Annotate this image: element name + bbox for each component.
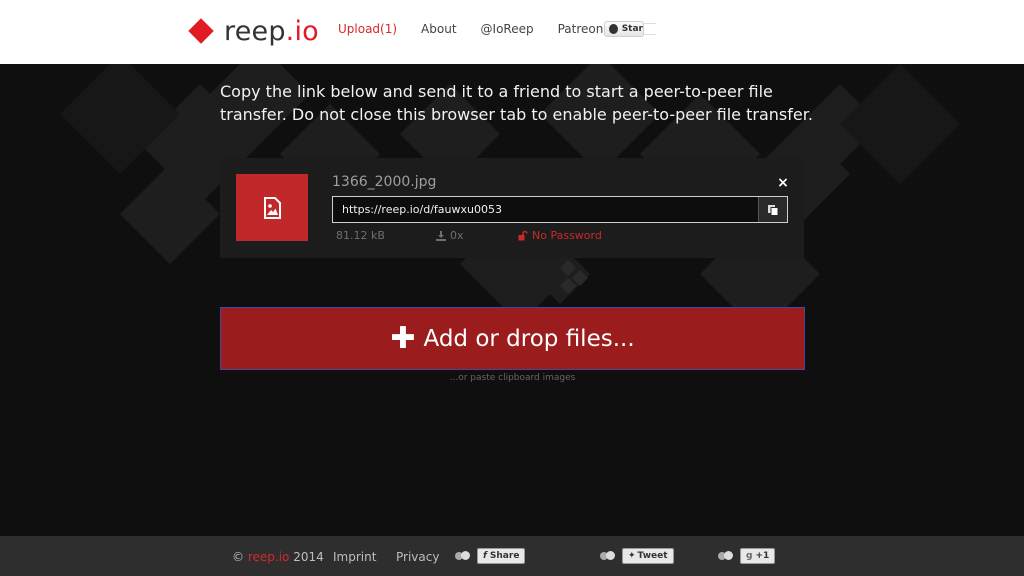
privacy-toggle-icon[interactable] [455,551,471,561]
unlock-icon [518,230,528,240]
nav-about[interactable]: About [421,22,456,36]
twitter-share: ✦ Tweet [600,548,674,564]
privacy-toggle-icon[interactable] [600,551,616,561]
github-star-button[interactable]: Star [604,21,644,37]
github-star-count [644,23,656,35]
nav-twitter[interactable]: @IoReep [481,22,534,36]
nav-patreon[interactable]: Patreon [558,22,604,36]
gplus-icon: g [746,551,753,561]
twitter-tweet-button[interactable]: ✦ Tweet [622,548,674,564]
share-link-input[interactable] [333,197,757,222]
download-count: 0x [436,229,464,242]
footer-brand-link[interactable]: reep.io [248,550,290,564]
download-icon [436,230,446,241]
privacy-toggle-icon[interactable] [718,551,734,561]
logo-text: reep.io [224,15,319,47]
copy-link-button[interactable] [758,197,787,222]
background-pattern [0,64,1024,536]
file-card: 1366_2000.jpg × 81.12 kB 0x No Password [220,158,804,258]
password-status[interactable]: No Password [518,229,602,242]
add-files-button[interactable]: ✚ Add or drop files... [220,307,805,370]
facebook-share-button[interactable]: f Share [477,548,526,564]
footer-copyright: © reep.io 2014 [232,550,324,564]
copy-icon [768,204,779,216]
file-name: 1366_2000.jpg [332,174,437,190]
diamond-logo-icon [188,18,214,44]
file-thumbnail [236,174,308,241]
nav-upload[interactable]: Upload(1) [338,22,397,36]
main-nav: Upload(1) About @IoReep Patreon [338,22,627,36]
logo[interactable]: reep.io [188,13,319,49]
footer: © reep.io 2014 Imprint Privacy f Share ✦ T… [0,536,1024,576]
github-icon [609,24,618,34]
intro-text: Copy the link below and send it to a fri… [220,82,813,124]
plus-icon: ✚ [390,320,416,356]
footer-privacy-link[interactable]: Privacy [396,550,439,564]
paste-hint: ...or paste clipboard images [449,373,576,383]
share-link-box [332,196,788,223]
facebook-icon: f [483,551,487,561]
top-header: reep.io Upload(1) About @IoReep Patreon … [0,0,1024,64]
footer-imprint-link[interactable]: Imprint [333,550,376,564]
gplus-share: g +1 [718,548,776,564]
twitter-bird-icon: ✦ [628,551,636,561]
remove-file-button[interactable]: × [776,176,790,190]
gplus-button[interactable]: g +1 [740,548,776,564]
file-size: 81.12 kB [336,229,385,242]
facebook-share: f Share [455,548,526,564]
image-file-icon [264,196,281,219]
